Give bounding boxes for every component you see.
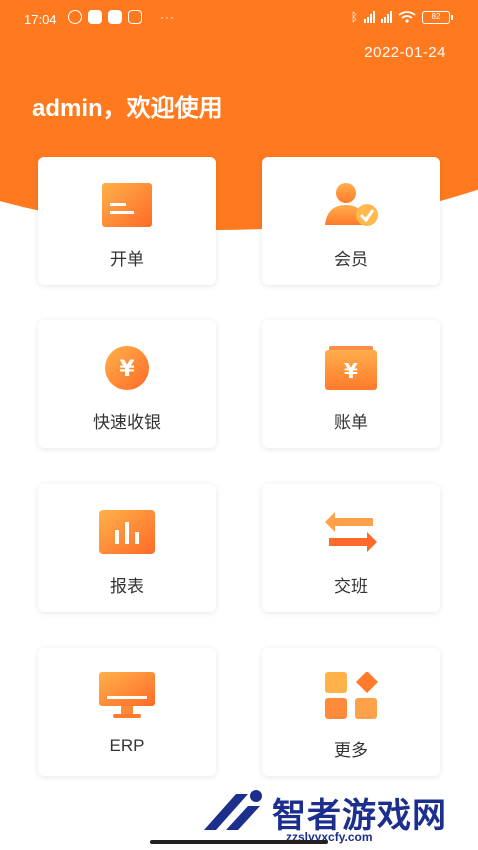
menu-label: 快速收银 (93, 413, 161, 432)
watermark-logo-icon (204, 790, 262, 830)
menu-label: 交班 (334, 577, 368, 596)
qq-icon (108, 10, 122, 24)
shift-swap-icon (325, 512, 377, 552)
wifi-icon (398, 11, 416, 23)
menu-member[interactable]: 会员 (262, 157, 440, 285)
menu-label: 报表 (110, 577, 144, 596)
menu-report[interactable]: 报表 (38, 484, 216, 612)
menu-shift-handover[interactable]: 交班 (262, 484, 440, 612)
menu-label: ERP (109, 736, 145, 755)
watermark: 智者游戏网 zzslyyxcfy.com (196, 778, 478, 848)
more-notifications-icon: ··· (160, 10, 175, 24)
svg-text:¥: ¥ (119, 357, 135, 382)
current-date: 2022-01-24 (364, 44, 446, 61)
menu-label: 更多 (334, 741, 368, 760)
svg-text:¥: ¥ (344, 359, 358, 383)
order-icon (102, 183, 152, 227)
menu-quick-checkout[interactable]: ¥ 快速收银 (38, 320, 216, 448)
menu-label: 账单 (334, 413, 368, 432)
menu-more[interactable]: 更多 (262, 648, 440, 776)
signal-icon (381, 11, 392, 23)
menu-label: 开单 (110, 250, 144, 269)
signal-icon (364, 11, 375, 23)
menu-label: 会员 (334, 250, 368, 269)
member-icon (325, 183, 378, 226)
report-chart-icon (99, 510, 155, 554)
menu-erp[interactable]: ERP (38, 648, 216, 776)
yen-coin-icon: ¥ (105, 346, 149, 390)
bill-icon: ¥ (325, 346, 377, 390)
alarm-icon (68, 10, 82, 24)
wechat-icon (88, 10, 102, 24)
grid-more-icon (325, 672, 378, 719)
home-indicator[interactable] (150, 840, 328, 844)
menu-bill[interactable]: ¥ 账单 (262, 320, 440, 448)
message-icon (128, 10, 142, 24)
welcome-text: admin，欢迎使用 (32, 95, 223, 122)
battery-icon: 82 (422, 10, 453, 24)
bluetooth-icon: ᛒ (350, 10, 358, 24)
status-time: 17:04 (24, 12, 57, 27)
status-bar: 17:04 ··· ᛒ 82 (0, 0, 478, 40)
monitor-icon (99, 672, 155, 718)
menu-order[interactable]: 开单 (38, 157, 216, 285)
